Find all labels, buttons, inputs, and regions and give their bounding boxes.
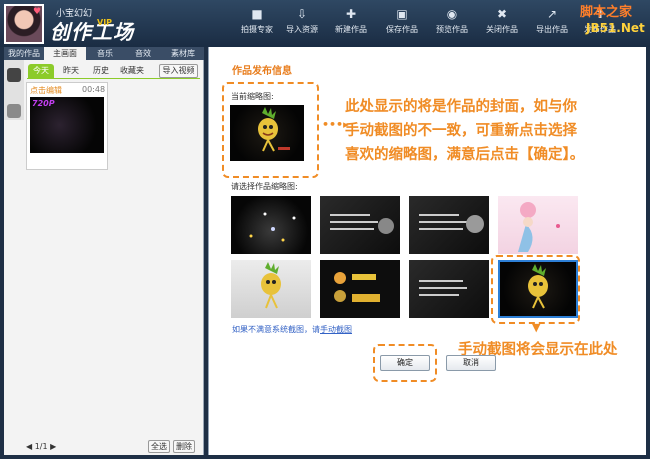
toolbar-save-button[interactable]: ▣ 保存作品 [378, 6, 426, 44]
watermark-url: JB51.Net [586, 21, 645, 35]
toolbar-import-button[interactable]: ⇩ 导入资源 [278, 6, 326, 44]
manual-capture-link[interactable]: 手动截图 [320, 325, 352, 334]
date-tab-favorites[interactable]: 收藏夹 [117, 64, 147, 78]
work-card-duration: 00:48 [82, 85, 106, 94]
callout-line-1: 此处显示的将是作品的封面，如与你 [345, 99, 577, 115]
text-slide-image [419, 214, 484, 233]
tab-music[interactable]: 音乐 [86, 47, 124, 60]
eye-icon: ◉ [446, 7, 458, 21]
date-tab-history[interactable]: 历史 [88, 64, 114, 78]
tab-my-works[interactable]: 我的作品 [4, 47, 44, 60]
date-tab-yesterday[interactable]: 昨天 [58, 64, 84, 78]
left-panel-tabs: 我的作品 主画面 音乐 音效 素材库 [4, 47, 204, 60]
toolbar-export-button[interactable]: ↗ 导出作品 [528, 6, 576, 44]
cancel-button[interactable]: 取消 [446, 355, 496, 371]
divider [27, 78, 200, 79]
delete-button[interactable]: 删除 [173, 440, 195, 453]
thumbnail-option[interactable] [320, 260, 400, 318]
vip-badge: VIP [97, 18, 113, 27]
current-thumbnail-label: 当前缩略图: [231, 92, 274, 101]
pineapple-character-image [258, 107, 290, 152]
camera-icon: ■ [251, 7, 263, 21]
toolbar-close-button[interactable]: ✖ 关闭作品 [478, 6, 526, 44]
thumbnail-option[interactable] [498, 196, 578, 254]
callout-line-3: 喜欢的缩略图，满意后点击【确定】。 [345, 147, 585, 163]
manual-capture-highlight [491, 255, 580, 324]
heart-icon: ♥ [33, 7, 42, 17]
import-icon: ⇩ [296, 7, 308, 21]
window-frame [0, 455, 650, 459]
toolbar-preview-button[interactable]: ◉ 预览作品 [428, 6, 476, 44]
image-icon[interactable] [7, 104, 21, 118]
title-card-image [334, 272, 380, 302]
new-icon: ✚ [345, 7, 357, 21]
thumbnail-option[interactable] [409, 196, 489, 254]
text-slide-image [330, 214, 394, 234]
toolbar-camera-button[interactable]: ■ 拍摄专家 [233, 6, 281, 44]
section-title: 作品发布信息 [232, 66, 292, 77]
window-frame [646, 47, 650, 459]
select-thumbnail-label: 请选择作品缩略图: [231, 182, 298, 191]
watermark-text: 脚本之家 [580, 5, 633, 20]
resolution-badge: 720P [32, 99, 55, 108]
date-tab-today[interactable]: 今天 [28, 64, 54, 78]
arrow-down-icon: ▼ [532, 321, 541, 334]
export-icon: ↗ [546, 7, 558, 21]
thumbnail-option[interactable] [231, 196, 311, 254]
tab-main-screen[interactable]: 主画面 [44, 47, 86, 60]
text-slide-image [419, 280, 467, 296]
save-icon: ▣ [396, 7, 408, 21]
sparkle-image [249, 212, 296, 242]
thumbnail-option[interactable] [231, 260, 311, 318]
film-reel-icon[interactable] [7, 68, 21, 82]
toolbar-new-button[interactable]: ✚ 新建作品 [327, 6, 375, 44]
tab-sound-effects[interactable]: 音效 [124, 47, 162, 60]
app-brand-logo: 创作工场 [50, 20, 134, 44]
thumbnail-option[interactable] [409, 260, 489, 318]
select-all-button[interactable]: 全选 [148, 440, 170, 453]
thumbnail-option[interactable] [320, 196, 400, 254]
work-card-title[interactable]: 点击编辑 [30, 85, 62, 96]
girl-illustration-image [518, 202, 560, 252]
tab-materials[interactable]: 素材库 [162, 47, 204, 60]
current-thumbnail [230, 105, 304, 161]
confirm-button[interactable]: 确定 [380, 355, 430, 371]
import-video-button[interactable]: 导入视频 [159, 64, 198, 78]
manual-capture-prefix: 如果不满意系统截图，请 [232, 325, 320, 334]
pager[interactable]: ◀ 1/1 ▶ [26, 442, 56, 451]
manual-capture-hint: 如果不满意系统截图，请手动截图 [232, 324, 352, 335]
close-icon: ✖ [496, 7, 508, 21]
pineapple-character-image [261, 262, 281, 309]
callout-line-2: 手动截图的不一致，可重新点击选择 [345, 123, 577, 139]
